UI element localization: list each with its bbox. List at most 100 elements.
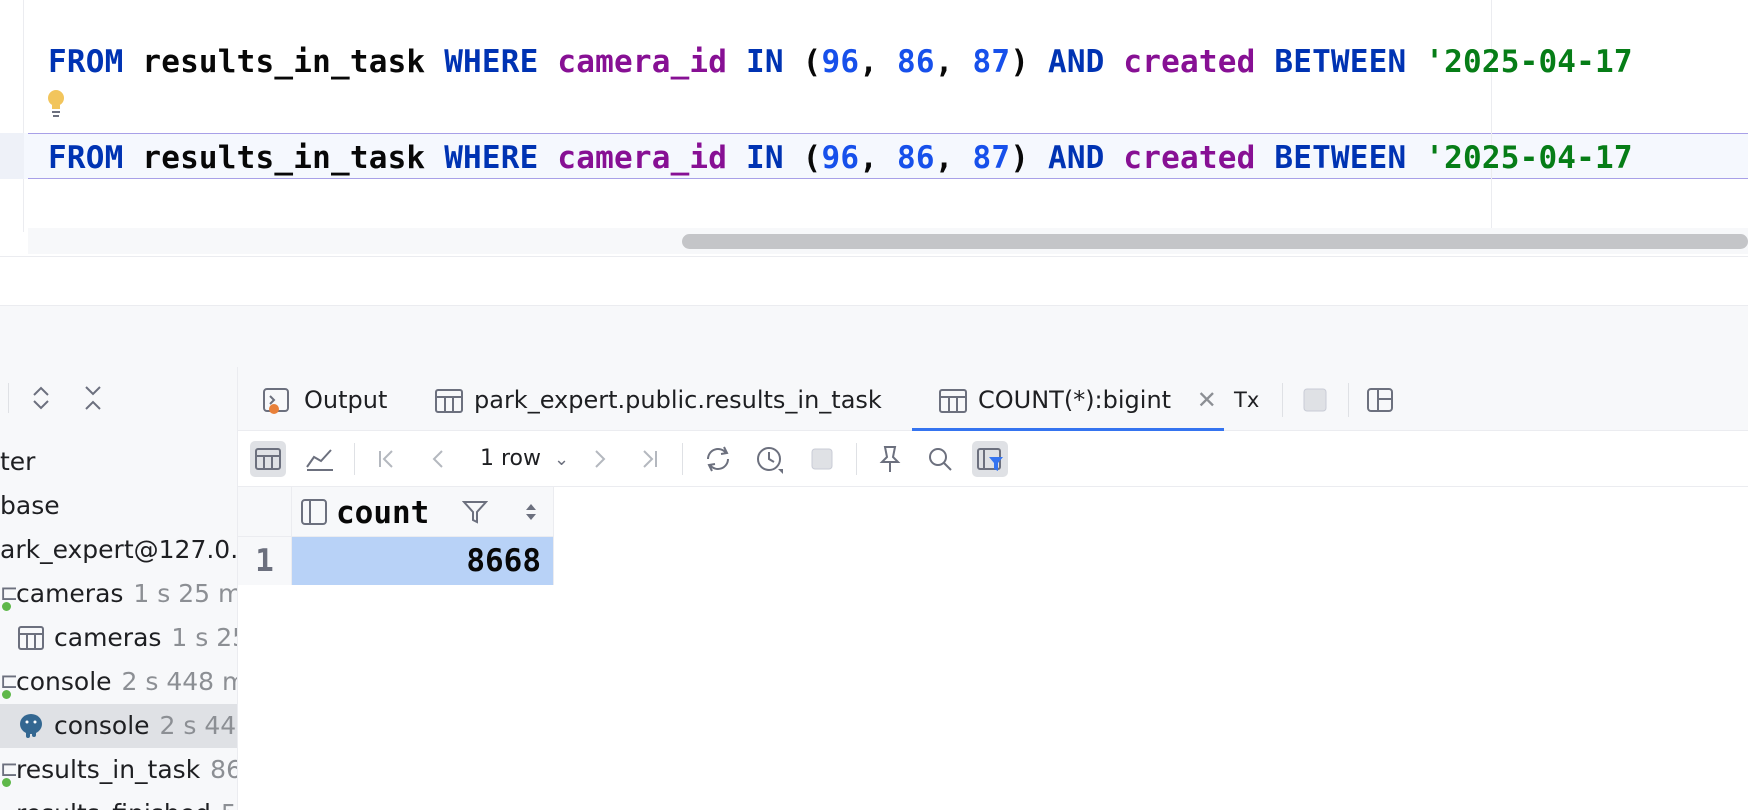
column-filter-icon[interactable] xyxy=(462,499,488,525)
tree-item-results-finished[interactable]: results_finished 5 xyxy=(0,792,237,810)
horizontal-scrollbar-thumb[interactable] xyxy=(682,234,1748,249)
history-clock-icon[interactable] xyxy=(752,441,788,477)
table-view-icon[interactable] xyxy=(250,441,286,477)
tree-item-duration: 2 s 448 m xyxy=(121,667,238,696)
sql-editor[interactable]: FROM results_in_task WHERE camera_id IN … xyxy=(0,0,1748,257)
tree-item-label: console xyxy=(16,667,112,696)
column-header-count[interactable]: count xyxy=(292,487,554,537)
code-token: ( xyxy=(802,140,822,176)
tree-item-filter[interactable]: ter xyxy=(0,440,237,484)
row-count-dropdown[interactable]: 1 row ⌄ xyxy=(480,431,569,487)
code-token: WHERE xyxy=(444,44,539,80)
tree-item-label: base xyxy=(0,491,60,520)
table-icon xyxy=(939,389,967,413)
row-number[interactable]: 1 xyxy=(238,537,292,585)
tab-label: Output xyxy=(304,386,388,414)
code-token: FROM xyxy=(48,140,124,176)
code-token: '2025-04-17 xyxy=(1425,44,1633,80)
sort-icon[interactable] xyxy=(524,501,538,523)
tree-item-label: ark_expert@127.0.0. xyxy=(0,535,238,564)
pin-icon[interactable] xyxy=(872,441,908,477)
previous-page-icon[interactable] xyxy=(420,441,456,477)
collapse-all-icon[interactable] xyxy=(78,383,108,413)
postgresql-elephant-icon xyxy=(20,714,42,738)
code-token: BETWEEN xyxy=(1274,140,1407,176)
code-token: WHERE xyxy=(444,140,539,176)
tree-item-console[interactable]: console 2 s 44 xyxy=(0,704,237,748)
tree-item-connection[interactable]: ark_expert@127.0.0. xyxy=(0,528,238,572)
code-token: 96 xyxy=(821,44,860,80)
code-token: created xyxy=(1123,140,1256,176)
row-count-label: 1 row xyxy=(480,446,542,471)
code-token: ) xyxy=(1010,44,1030,80)
code-token: , xyxy=(934,44,973,80)
code-token: ) xyxy=(1010,140,1030,176)
grid-corner[interactable] xyxy=(238,487,292,537)
tree-item-results-in-task[interactable]: ⊏ results_in_task86 xyxy=(0,748,237,792)
code-token: , xyxy=(859,44,897,80)
lightbulb-icon[interactable] xyxy=(44,88,68,120)
tree-item-label: results_in_task xyxy=(16,755,201,784)
tree-item-label: cameras xyxy=(54,623,162,652)
editor-gutter[interactable] xyxy=(0,0,24,232)
code-token: AND xyxy=(1047,44,1105,80)
code-token: 87 xyxy=(972,140,1011,176)
toolbar-separator xyxy=(682,443,683,475)
tx-mode-button[interactable]: Tx xyxy=(1234,367,1259,431)
toolbar-separator xyxy=(8,383,9,413)
cancel-query-icon[interactable] xyxy=(804,441,840,477)
code-token: AND xyxy=(1047,140,1105,176)
code-line-1[interactable]: FROM results_in_task WHERE camera_id IN … xyxy=(48,42,1633,82)
tree-item-cameras-session[interactable]: ⊏ cameras 1 s 25 m xyxy=(0,572,237,616)
layout-icon[interactable] xyxy=(1366,387,1394,413)
tree-item-label: console xyxy=(54,711,150,740)
count-cell[interactable]: 8668 xyxy=(292,537,554,585)
results-toolbar: 1 row ⌄ xyxy=(238,431,1748,487)
code-token: camera_id xyxy=(557,140,728,176)
tree-item-duration: 2 s 44 xyxy=(159,711,237,740)
tree-item-cameras-table[interactable]: cameras 1 s 25 xyxy=(0,616,237,660)
expand-all-icon[interactable] xyxy=(26,383,56,413)
code-token: 86 xyxy=(897,44,935,80)
next-page-icon[interactable] xyxy=(582,441,618,477)
code-token: IN xyxy=(746,44,784,80)
tab-results-in-task[interactable]: park_expert.public.results_in_task xyxy=(434,367,882,431)
code-token: , xyxy=(859,140,897,176)
results-panel: Output park_expert.public.results_in_tas… xyxy=(238,367,1748,810)
code-token: camera_id xyxy=(557,44,728,80)
first-page-icon[interactable] xyxy=(370,441,406,477)
last-page-icon[interactable] xyxy=(630,441,666,477)
search-icon[interactable] xyxy=(922,441,958,477)
code-token: '2025-04-17 xyxy=(1425,140,1633,176)
chart-view-icon[interactable] xyxy=(302,441,338,477)
tree-item-database[interactable]: base xyxy=(0,484,237,528)
tree-item-console-session[interactable]: ⊏ console 2 s 448 m xyxy=(0,660,238,704)
code-token: 86 xyxy=(897,140,935,176)
stop-icon[interactable] xyxy=(1302,387,1328,413)
toolbar-separator xyxy=(354,443,355,475)
close-icon[interactable]: ✕ xyxy=(1197,386,1217,414)
toolbar-separator xyxy=(856,443,857,475)
tx-label: Tx xyxy=(1234,388,1260,412)
tab-label: park_expert.public.results_in_task xyxy=(474,386,882,414)
tree-item-duration: 5 xyxy=(221,799,237,810)
tab-count-bigint[interactable]: COUNT(*):bigint ✕ xyxy=(938,367,1217,431)
refresh-icon[interactable] xyxy=(700,441,736,477)
filter-table-icon[interactable] xyxy=(972,441,1008,477)
code-line-2[interactable]: FROM results_in_task WHERE camera_id IN … xyxy=(48,138,1633,178)
services-toolbar xyxy=(0,367,237,429)
tab-output[interactable]: Output xyxy=(262,367,387,431)
toolbar-separator xyxy=(1282,383,1283,417)
